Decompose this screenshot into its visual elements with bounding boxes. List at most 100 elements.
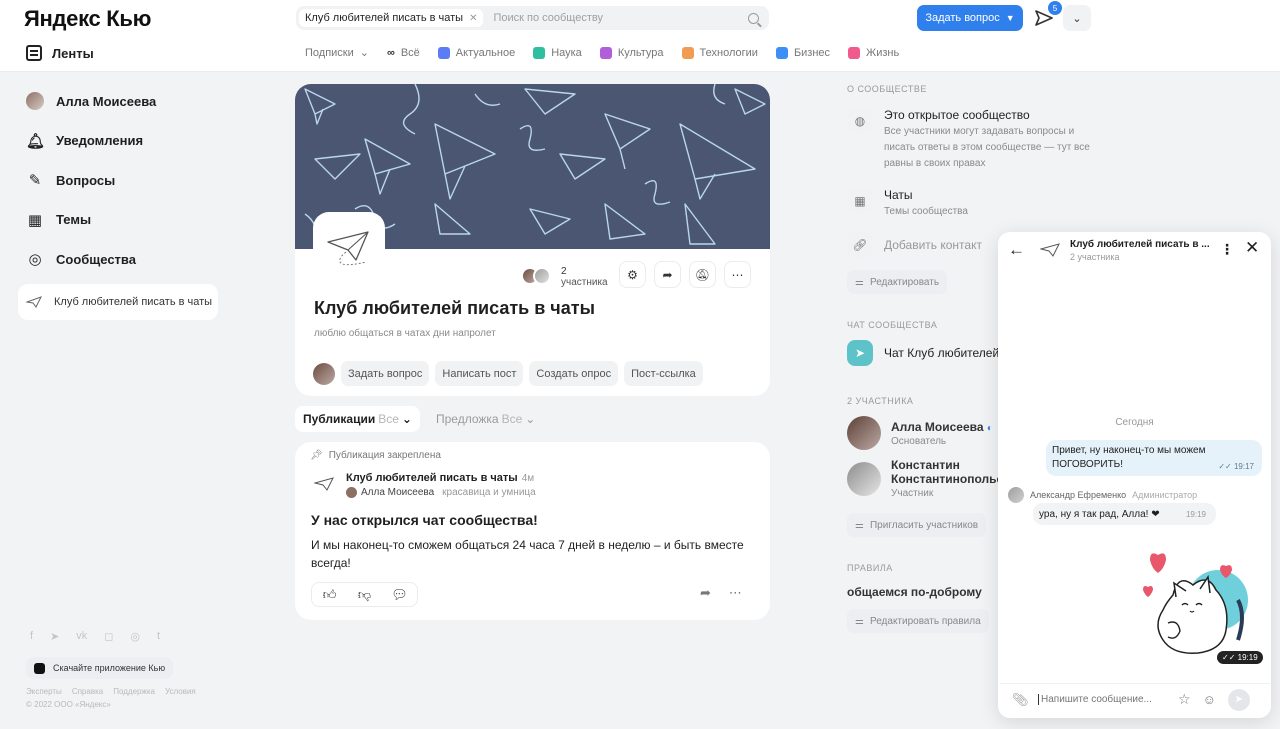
instagram-icon[interactable]: ◎: [130, 630, 140, 643]
category-subscriptions[interactable]: Подписки ⌄: [305, 46, 369, 60]
post-body: И мы наконец-то сможем общаться 24 часа …: [311, 538, 744, 570]
double-check-icon: ✓✓: [1222, 653, 1236, 662]
download-app-button[interactable]: Скачайте приложение Кью: [26, 657, 174, 679]
post-time: 4м: [521, 473, 535, 484]
sidebar-item-label: Темы: [56, 212, 92, 227]
sidebar-item-topics[interactable]: ▦ Темы: [18, 205, 218, 235]
message-input[interactable]: [1038, 694, 1168, 705]
edit-rules-button[interactable]: ⚌ Редактировать правила: [847, 609, 989, 633]
thumbs-up-icon[interactable]: 👍︎: [312, 587, 347, 603]
category-actual[interactable]: Актуальное: [437, 46, 516, 59]
pinned-text: Публикация закреплена: [328, 450, 441, 461]
footer-link[interactable]: Эксперты: [26, 687, 62, 696]
sidebar-item-label: Уведомления: [56, 133, 144, 148]
tab-publications[interactable]: Публикации Все ⌄: [295, 406, 420, 432]
avatar: [847, 416, 881, 450]
community-description: люблю общаться в чатах дни напролет: [314, 328, 496, 339]
sidebar-item-profile[interactable]: Алла Моисеева: [18, 86, 218, 116]
sidebar-footer: f ➤ vk ◻ ◎ t Скачайте приложение Кью Экс…: [26, 630, 216, 709]
members-word: участника: [561, 277, 608, 288]
sliders-icon: ⚌: [855, 615, 864, 627]
paperclip-icon[interactable]: 📎︎: [1012, 692, 1029, 708]
logo[interactable]: Яндекс Кью: [24, 6, 151, 32]
tab-suggestions[interactable]: Предложка Все ⌄: [428, 406, 543, 432]
sidebar-item-questions[interactable]: ✎ Вопросы: [18, 165, 218, 195]
post-author-link[interactable]: Алла Моисеева: [361, 487, 434, 498]
close-icon[interactable]: ✕: [469, 13, 477, 24]
category-culture[interactable]: Культура: [599, 46, 664, 59]
category-label: Актуальное: [455, 46, 516, 59]
mute-button[interactable]: 🔕︎: [689, 261, 716, 288]
vk-icon[interactable]: vk: [76, 630, 87, 643]
footer-link[interactable]: Условия: [165, 687, 196, 696]
ask-question-pill[interactable]: Задать вопрос: [341, 361, 430, 386]
sender-name[interactable]: Александр Ефременко: [1030, 490, 1126, 500]
info-title: Это открытое сообщество: [884, 108, 1030, 122]
invite-members-button[interactable]: ⚌ Пригласить участников: [847, 513, 987, 537]
link-post-pill[interactable]: Пост-ссылка: [624, 361, 703, 386]
category-culture-icon: [599, 46, 612, 59]
chevron-down-icon: ⌄: [359, 47, 369, 59]
member-avatars: [521, 267, 555, 287]
post-tools: ➦ ⋯: [700, 585, 742, 601]
outgoing-message[interactable]: Привет, ну наконец-то мы можем ПОГОВОРИТ…: [1046, 440, 1262, 476]
ask-question-button[interactable]: Задать вопрос ▼: [917, 5, 1023, 31]
close-icon[interactable]: ✕: [1245, 238, 1259, 258]
feed-icon: [26, 45, 42, 61]
search-input[interactable]: Поиск по сообществу: [493, 12, 748, 24]
telegram-icon[interactable]: ➤: [50, 630, 59, 643]
sidebar-item-notifications[interactable]: 🔔︎ Уведомления: [18, 126, 218, 156]
sidebar-item-communities[interactable]: ◎ Сообщества: [18, 244, 218, 274]
comment-icon[interactable]: 💬︎: [382, 587, 417, 603]
send-button[interactable]: ➤: [1227, 688, 1250, 711]
kebab-menu-icon[interactable]: ⋮: [1220, 241, 1234, 258]
footer-link[interactable]: Справка: [72, 687, 103, 696]
share-button[interactable]: ➦: [654, 261, 681, 288]
odnoklassniki-icon[interactable]: ◻: [104, 630, 113, 643]
chevron-down-icon: ⌄: [401, 412, 412, 426]
community-members[interactable]: 2 участника: [521, 266, 608, 288]
emoji-icon[interactable]: ☺: [1203, 692, 1216, 707]
download-app-label: Скачайте приложение Кью: [53, 663, 166, 673]
twitter-icon[interactable]: t: [157, 630, 160, 643]
category-label: Технологии: [699, 46, 758, 59]
avatar: [533, 267, 551, 285]
member-name: Константин Константинопольский: [891, 458, 1024, 486]
search-scope-chip[interactable]: Клуб любителей писать в чаты ✕: [299, 9, 484, 27]
star-icon[interactable]: ☆: [1178, 691, 1191, 708]
create-poll-pill[interactable]: Создать опрос: [529, 361, 619, 386]
search-bar[interactable]: Клуб любителей писать в чаты ✕ Поиск по …: [296, 6, 769, 30]
sidebar-item-club[interactable]: Клуб любителей писать в чаты: [18, 283, 218, 320]
profile-menu-button[interactable]: ⌄: [1063, 5, 1091, 31]
category-all[interactable]: ∞ Всё: [387, 47, 420, 59]
post-community-link[interactable]: Клуб любителей писать в чаты: [346, 472, 518, 484]
category-business[interactable]: Бизнес: [775, 46, 830, 59]
search-icon[interactable]: [748, 12, 759, 24]
facebook-icon[interactable]: f: [30, 630, 33, 643]
category-life[interactable]: Жизнь: [848, 46, 899, 59]
share-icon[interactable]: ➦: [700, 585, 711, 601]
more-button[interactable]: ⋯: [724, 261, 751, 288]
community-logo[interactable]: [312, 472, 336, 496]
post-title[interactable]: У нас открылся чат сообщества!: [311, 512, 538, 528]
back-arrow-icon[interactable]: ←: [1008, 240, 1028, 260]
category-label: Наука: [551, 46, 582, 59]
category-science[interactable]: Наука: [533, 46, 582, 59]
feeds-link[interactable]: Ленты: [26, 45, 94, 61]
footer-link[interactable]: Поддержка: [113, 687, 155, 696]
tab-label: Предложка: [435, 412, 499, 426]
community-actions: ⚙ ➦ 🔕︎ ⋯: [619, 261, 751, 288]
thumbs-down-icon[interactable]: 👎︎: [347, 587, 382, 603]
more-icon[interactable]: ⋯: [729, 585, 742, 601]
invite-label: Пригласить участников: [869, 519, 979, 531]
category-tech[interactable]: Технологии: [681, 46, 758, 59]
cat-sticker[interactable]: [1138, 545, 1253, 665]
chat-name: Чат Клуб любителей: [884, 346, 1000, 360]
settings-button[interactable]: ⚙: [619, 261, 646, 288]
chats-info[interactable]: ▦ Чаты Темы сообщества: [847, 188, 1107, 220]
search-scope-label: Клуб любителей писать в чаты: [305, 12, 464, 24]
write-post-pill[interactable]: Написать пост: [435, 361, 524, 386]
paper-plane-icon: [1040, 243, 1060, 257]
incoming-message[interactable]: ура, ну я так рад, Алла! ❤ 19:19: [1033, 503, 1216, 525]
edit-community-button[interactable]: ⚌ Редактировать: [847, 270, 948, 294]
